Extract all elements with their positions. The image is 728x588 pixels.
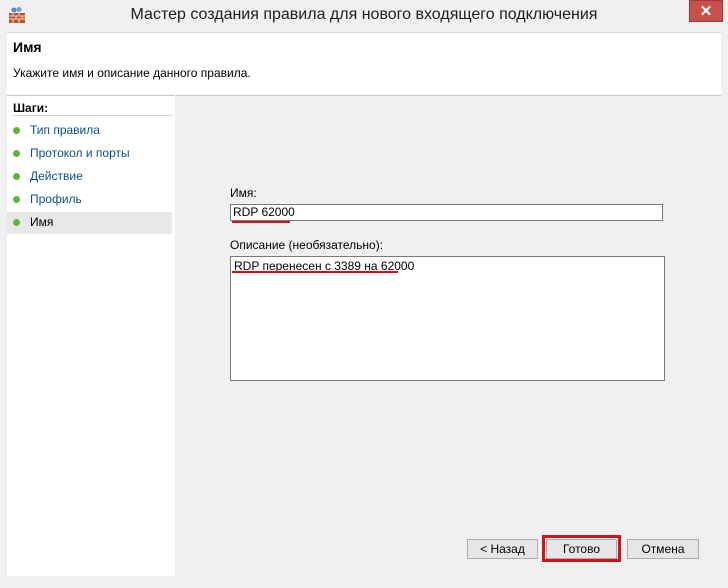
step-label: Протокол и порты bbox=[30, 146, 130, 160]
cancel-button[interactable]: Отмена bbox=[627, 539, 699, 559]
step-label: Профиль bbox=[30, 192, 82, 206]
description-label: Описание (необязательно): bbox=[230, 238, 384, 252]
main-content: Имя: RDP 62000 Описание (необязательно):… bbox=[176, 95, 721, 576]
step-name[interactable]: Имя bbox=[7, 212, 172, 234]
green-dot-icon bbox=[13, 196, 20, 203]
name-input[interactable]: RDP 62000 bbox=[230, 204, 663, 221]
description-textarea[interactable]: RDP перенесен с 3389 на 62000 bbox=[230, 256, 665, 381]
step-label: Тип правила bbox=[30, 123, 100, 137]
window-title: Мастер создания правила для нового входя… bbox=[130, 6, 598, 23]
green-dot-icon bbox=[13, 219, 20, 226]
back-button[interactable]: < Назад bbox=[467, 539, 538, 559]
step-label: Имя bbox=[30, 215, 54, 229]
green-dot-icon bbox=[13, 150, 20, 157]
steps-title: Шаги: bbox=[13, 101, 174, 116]
page-description: Укажите имя и описание данного правила. bbox=[13, 66, 251, 80]
title-bar[interactable]: Мастер создания правила для нового входя… bbox=[0, 0, 728, 32]
annotation-underline bbox=[232, 221, 290, 223]
name-label: Имя: bbox=[230, 186, 257, 200]
close-button[interactable]: ✕ bbox=[689, 0, 723, 22]
step-rule-type[interactable]: Тип правила bbox=[7, 120, 172, 142]
steps-sidebar: Шаги: Тип правила Протокол и порты Дейст… bbox=[7, 95, 175, 576]
wizard-window: Мастер создания правила для нового входя… bbox=[0, 0, 728, 588]
step-profile[interactable]: Профиль bbox=[7, 189, 172, 211]
annotation-underline bbox=[232, 271, 398, 273]
step-action[interactable]: Действие bbox=[7, 166, 172, 188]
close-icon: ✕ bbox=[699, 3, 713, 20]
page-title: Имя bbox=[13, 39, 42, 55]
green-dot-icon bbox=[13, 127, 20, 134]
step-label: Действие bbox=[30, 169, 83, 183]
header-panel: Имя Укажите имя и описание данного прави… bbox=[7, 32, 721, 95]
finish-button[interactable]: Готово bbox=[546, 539, 617, 559]
step-protocol-ports[interactable]: Протокол и порты bbox=[7, 143, 172, 165]
green-dot-icon bbox=[13, 173, 20, 180]
